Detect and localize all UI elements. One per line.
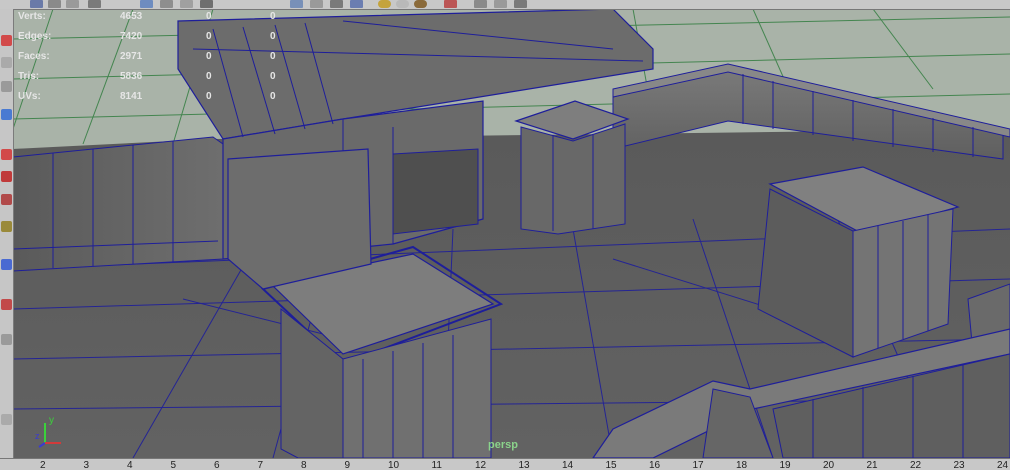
hud-v1: 4653	[120, 11, 143, 22]
shelf-texture-icon[interactable]	[350, 0, 363, 8]
shelf-mesh-icon[interactable]	[88, 0, 101, 8]
timeline-tick-label: 5	[170, 460, 177, 470]
hud-v2: 0	[206, 71, 212, 82]
shelf-panel-icon[interactable]	[514, 0, 527, 8]
timeline-tick-label: 15	[605, 460, 617, 470]
hud-label: UVs:	[18, 91, 41, 102]
time-slider[interactable]: 2 3 4 5 6 7 8 9 10 11 12 13 14 15 16 17 18 19 20 21 22 23 24	[0, 458, 1010, 470]
axis-y-label: y	[49, 415, 54, 426]
camera-label: persp	[488, 439, 518, 451]
timeline-tick-label: 2	[40, 460, 46, 470]
shelf-lighting-icon[interactable]	[414, 0, 427, 8]
hud-v2: 0	[206, 91, 212, 102]
scale-tool-icon[interactable]	[1, 109, 12, 120]
hud-v3: 0	[270, 11, 276, 22]
snap-icon[interactable]	[1, 221, 12, 232]
timeline-tick-label: 16	[649, 460, 661, 470]
timeline-tick-label: 7	[257, 460, 264, 470]
shelf-light-icon[interactable]	[310, 0, 323, 8]
toolbox	[0, 9, 14, 458]
hud-v3: 0	[270, 31, 276, 42]
hud-v1: 8141	[120, 91, 143, 102]
shelf-toolbar	[0, 0, 1010, 10]
hud-v1: 5836	[120, 71, 143, 82]
timeline-tick-label: 20	[823, 460, 835, 470]
timeline-tick-label: 3	[83, 460, 90, 470]
timeline-tick-label: 8	[301, 460, 307, 470]
shelf-layout-icon[interactable]	[494, 0, 507, 8]
timeline-tick-label: 11	[431, 460, 442, 470]
hud-v1: 2971	[120, 51, 143, 62]
timeline-tick-label: 24	[997, 460, 1009, 470]
timeline-tick-label: 13	[518, 460, 530, 470]
pillar-small-left	[227, 148, 372, 290]
timeline-tick-label: 10	[388, 460, 400, 470]
hud-label: Verts:	[18, 11, 46, 22]
lasso-icon[interactable]	[1, 171, 12, 182]
render-icon[interactable]	[1, 259, 12, 270]
pillar-middle-body	[520, 123, 626, 235]
hud-label: Tris:	[18, 71, 40, 82]
shelf-snap-icon[interactable]	[180, 0, 193, 8]
layout-icon[interactable]	[1, 299, 12, 310]
timeline-tick-label: 4	[127, 460, 133, 470]
doorway	[392, 148, 479, 235]
panel-icon[interactable]	[1, 414, 12, 425]
perspective-viewport[interactable]: y z	[13, 9, 1010, 458]
shelf-xray-icon[interactable]	[474, 0, 487, 8]
hud-v2: 0	[206, 51, 212, 62]
hud-v3: 0	[270, 71, 276, 82]
shelf-camera-icon[interactable]	[290, 0, 303, 8]
view-icon[interactable]	[1, 334, 12, 345]
timeline-tick-label: 6	[214, 460, 220, 470]
timeline-tick-label: 21	[866, 460, 878, 470]
maya-window: y z Verts: 4653 0 0 Edges: 7420 0 0 Faces: 2971 0 0…	[0, 0, 1010, 470]
paint-icon[interactable]	[1, 194, 12, 205]
timeline-tick-label: 18	[736, 460, 748, 470]
timeline-tick-label: 9	[344, 460, 351, 470]
rotate-tool-icon[interactable]	[1, 81, 12, 92]
hud-label: Faces:	[18, 51, 50, 62]
timeline-tick-label: 14	[562, 460, 574, 470]
wall-left	[13, 136, 224, 272]
move-tool-icon[interactable]	[1, 57, 12, 68]
shelf-shading-icon[interactable]	[396, 0, 409, 8]
shelf-render-icon[interactable]	[140, 0, 153, 8]
shelf-cube-icon[interactable]	[48, 0, 61, 8]
shelf-material-icon[interactable]	[378, 0, 391, 8]
shelf-grid-icon[interactable]	[160, 0, 173, 8]
timeline-tick-label: 12	[475, 460, 487, 470]
select-tool-icon[interactable]	[1, 35, 12, 46]
shelf-shade-icon[interactable]	[330, 0, 343, 8]
scene-geometry[interactable]	[13, 9, 1010, 458]
timeline-tick-label: 22	[910, 460, 922, 470]
timeline-tick-label: 17	[692, 460, 704, 470]
shelf-isolate-icon[interactable]	[444, 0, 457, 8]
hud-label: Edges:	[18, 31, 52, 42]
shelf-edit-icon[interactable]	[66, 0, 79, 8]
soft-select-icon[interactable]	[1, 149, 12, 160]
hud-v2: 0	[206, 11, 212, 22]
hud-v3: 0	[270, 91, 276, 102]
shelf-polygon-icon[interactable]	[30, 0, 43, 8]
hud-v3: 0	[270, 51, 276, 62]
view-axis-indicator: y z	[35, 415, 61, 448]
timeline-tick-label: 23	[953, 460, 965, 470]
hud-v2: 0	[206, 31, 212, 42]
timeline-tick-label: 19	[779, 460, 791, 470]
shelf-wire-icon[interactable]	[200, 0, 213, 8]
hud-v1: 7420	[120, 31, 143, 42]
axis-z-label: z	[35, 431, 40, 441]
